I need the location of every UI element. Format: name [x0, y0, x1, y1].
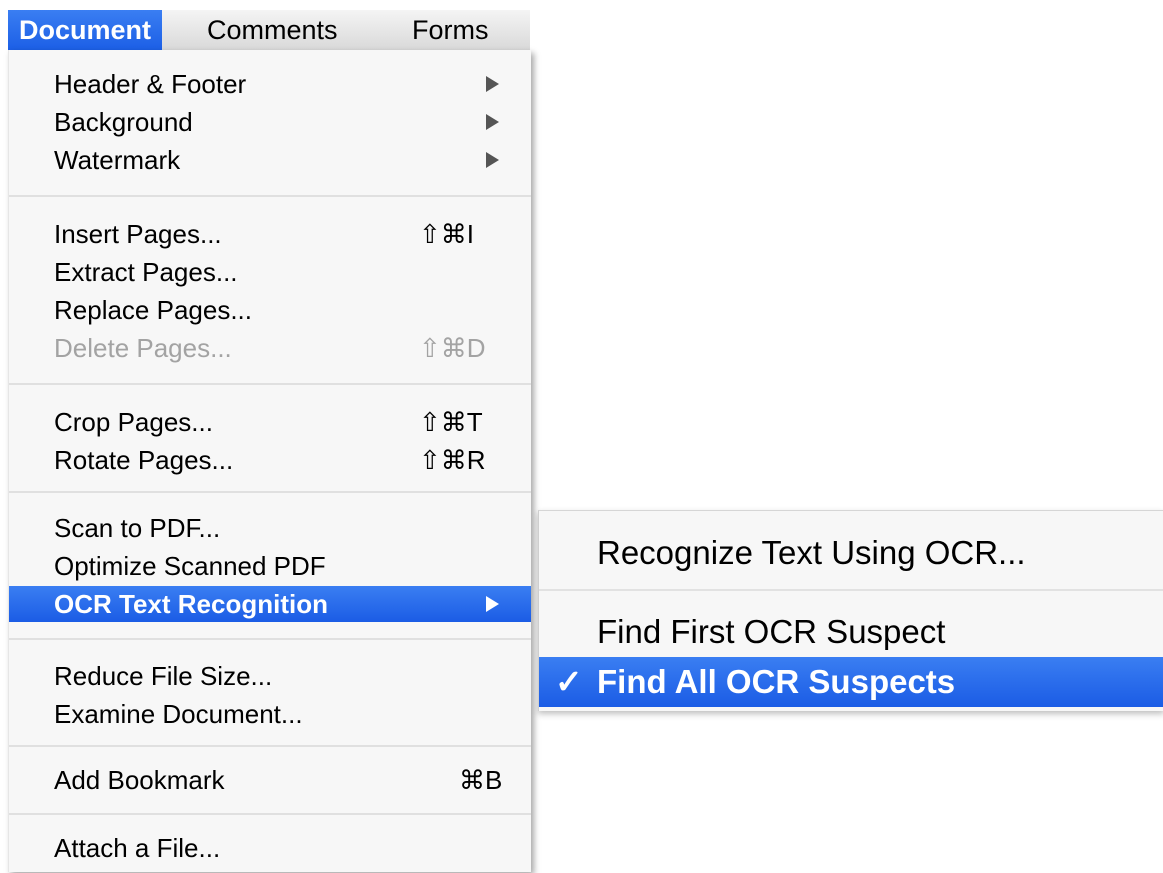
menu-item-attach-a-file[interactable]: Attach a File...: [9, 830, 531, 866]
menu-item-background[interactable]: Background: [9, 104, 531, 140]
submenu-item-find-first-suspect[interactable]: Find First OCR Suspect: [539, 607, 1163, 657]
menu-separator: [9, 813, 531, 815]
menu-item-shortcut: ⇧⌘I: [419, 219, 475, 249]
menu-comments[interactable]: Comments: [196, 10, 349, 50]
checkmark-icon: ✓: [555, 663, 583, 700]
menu-item-crop-pages[interactable]: Crop Pages... ⇧⌘T: [9, 404, 531, 440]
submenu-item-label: Recognize Text Using OCR...: [597, 534, 1026, 571]
menu-separator: [9, 638, 531, 640]
menu-separator: [9, 195, 531, 197]
menu-item-insert-pages[interactable]: Insert Pages... ⇧⌘I: [9, 216, 531, 252]
menu-item-shortcut: ⇧⌘T: [419, 407, 483, 437]
menu-item-shortcut: ⌘B: [459, 765, 503, 795]
menu-item-label: Examine Document...: [54, 699, 303, 729]
menu-item-label: Add Bookmark: [54, 765, 225, 795]
menu-item-label: Header & Footer: [54, 69, 247, 99]
submenu-arrow-icon: [486, 76, 499, 92]
submenu-item-label: Find First OCR Suspect: [597, 613, 946, 650]
ocr-submenu: Recognize Text Using OCR... Find First O…: [538, 510, 1163, 711]
menu-item-label: Delete Pages...: [54, 333, 232, 363]
menu-item-delete-pages: Delete Pages... ⇧⌘D: [9, 330, 531, 366]
submenu-item-find-all-suspects[interactable]: ✓ Find All OCR Suspects: [539, 657, 1163, 707]
menu-item-label: Background: [54, 107, 193, 137]
menu-item-reduce-file-size[interactable]: Reduce File Size...: [9, 658, 531, 694]
menu-forms[interactable]: Forms: [401, 10, 500, 50]
menu-item-label: Reduce File Size...: [54, 661, 273, 691]
menu-item-label: Replace Pages...: [54, 295, 253, 325]
menu-item-label: Optimize Scanned PDF: [54, 551, 326, 581]
submenu-arrow-icon: [486, 596, 499, 612]
menu-item-label: Crop Pages...: [54, 407, 213, 437]
menu-item-examine-document[interactable]: Examine Document...: [9, 696, 531, 732]
submenu-separator: [539, 589, 1163, 591]
menu-separator: [9, 383, 531, 385]
menu-item-replace-pages[interactable]: Replace Pages...: [9, 292, 531, 328]
menu-item-label: Rotate Pages...: [54, 445, 234, 475]
menu-separator: [9, 491, 531, 493]
submenu-arrow-icon: [486, 152, 499, 168]
menu-separator: [9, 745, 531, 747]
menu-item-extract-pages[interactable]: Extract Pages...: [9, 254, 531, 290]
menu-item-optimize-scanned-pdf[interactable]: Optimize Scanned PDF: [9, 548, 531, 584]
document-menu-dropdown: Header & Footer Background Watermark Ins…: [8, 50, 531, 872]
submenu-item-label: Find All OCR Suspects: [597, 663, 956, 700]
submenu-item-recognize-text[interactable]: Recognize Text Using OCR...: [539, 528, 1163, 578]
menu-item-label: Insert Pages...: [54, 219, 222, 249]
menu-bar: Document Comments Forms: [8, 10, 530, 51]
menu-item-label: Scan to PDF...: [54, 513, 221, 543]
menu-item-header-footer[interactable]: Header & Footer: [9, 66, 531, 102]
menu-item-add-bookmark[interactable]: Add Bookmark ⌘B: [9, 762, 531, 798]
menu-item-watermark[interactable]: Watermark: [9, 142, 531, 178]
menu-item-label: Extract Pages...: [54, 257, 238, 287]
menu-item-ocr-text-recognition[interactable]: OCR Text Recognition: [9, 586, 531, 622]
menu-item-label: OCR Text Recognition: [54, 589, 328, 619]
menu-item-shortcut: ⇧⌘R: [419, 445, 486, 475]
menu-item-label: Attach a File...: [54, 833, 221, 863]
menu-item-scan-to-pdf[interactable]: Scan to PDF...: [9, 510, 531, 546]
menu-document[interactable]: Document: [8, 10, 163, 50]
menu-item-label: Watermark: [54, 145, 181, 175]
menu-item-shortcut: ⇧⌘D: [419, 333, 486, 363]
menu-item-rotate-pages[interactable]: Rotate Pages... ⇧⌘R: [9, 442, 531, 478]
submenu-arrow-icon: [486, 114, 499, 130]
